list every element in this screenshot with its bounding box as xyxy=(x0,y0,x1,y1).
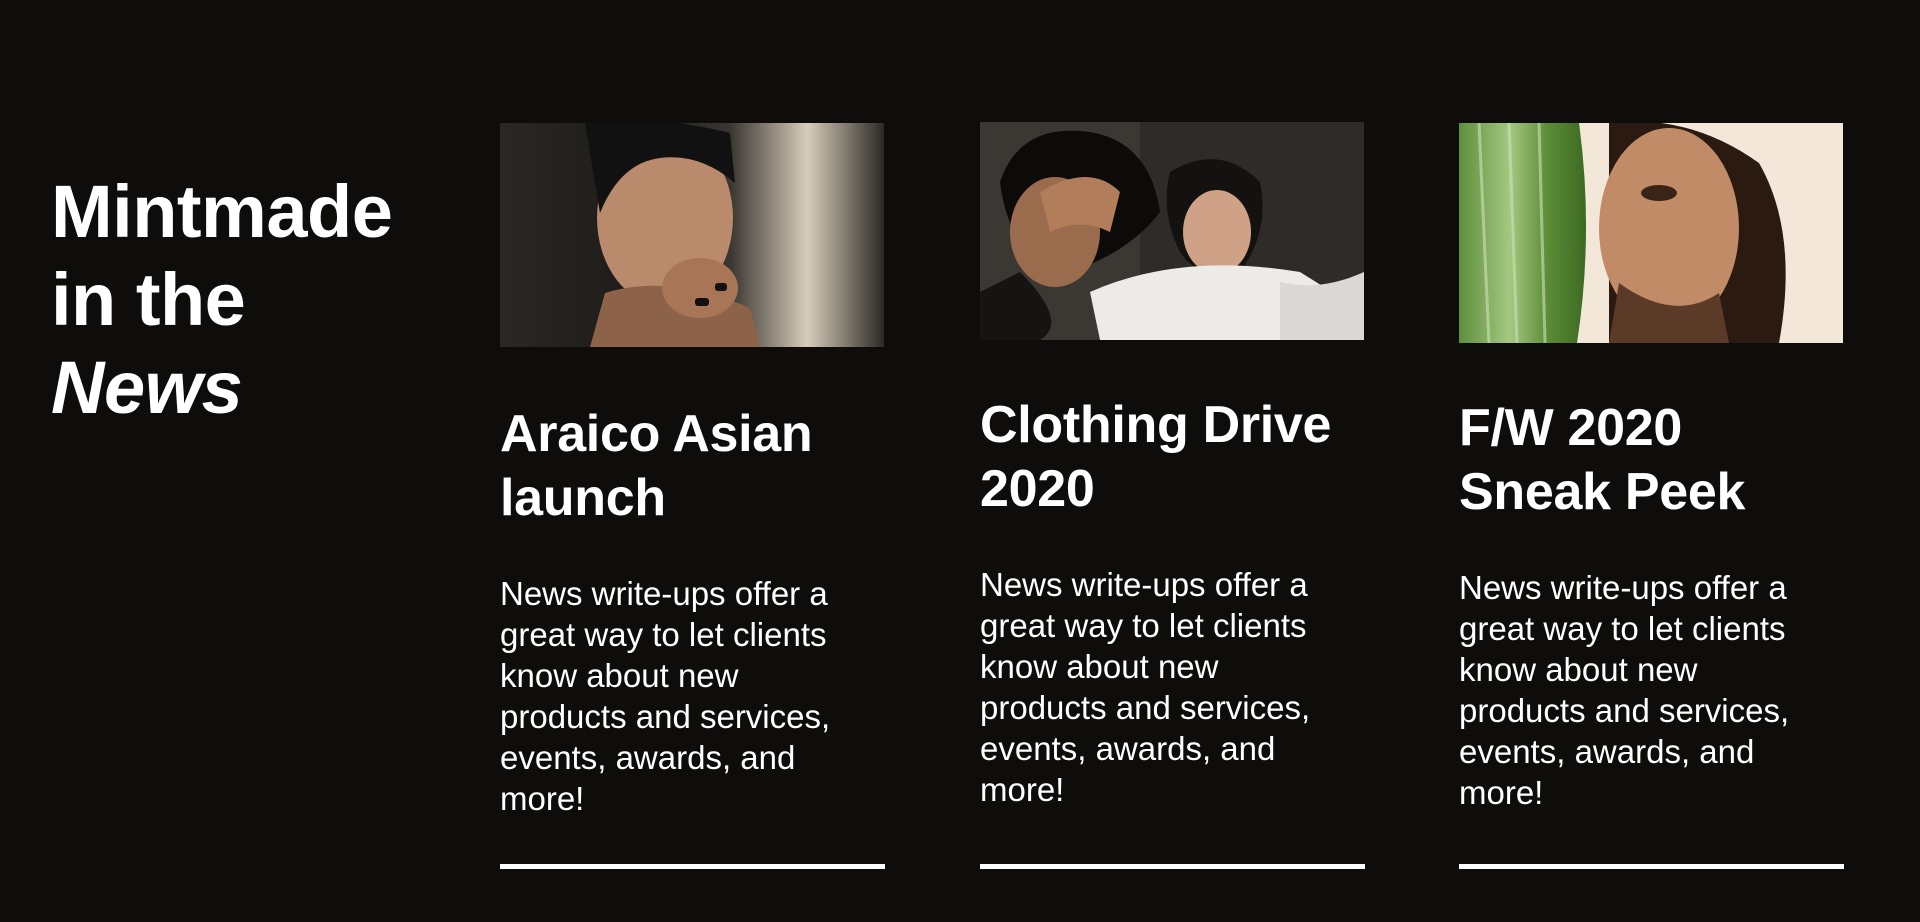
news-card-divider-2 xyxy=(980,864,1365,869)
section-title-line-2: in the xyxy=(51,258,246,341)
news-card-image-1[interactable] xyxy=(500,123,884,347)
news-card-divider-1 xyxy=(500,864,885,869)
news-card-text-1: News write-ups offer a great way to let … xyxy=(500,575,831,817)
news-card-image-2[interactable] xyxy=(980,122,1364,340)
news-card-image-3[interactable] xyxy=(1459,123,1843,343)
news-card-2[interactable]: Clothing Drive 2020 News write-ups offer… xyxy=(980,0,1365,922)
news-card-text-3: News write-ups offer a great way to let … xyxy=(1459,569,1790,811)
news-card-title-2[interactable]: Clothing Drive 2020 xyxy=(980,393,1364,521)
news-card-1[interactable]: Araico Asian launch News write-ups offer… xyxy=(500,0,885,922)
section-title-line-3: News xyxy=(51,346,243,429)
news-section: Mintmade in the News Araico Asian launch… xyxy=(0,0,1920,922)
news-card-text-2: News write-ups offer a great way to let … xyxy=(980,566,1311,808)
news-card-divider-3 xyxy=(1459,864,1844,869)
couple-portrait-image xyxy=(980,122,1364,340)
section-title-line-1: Mintmade xyxy=(51,170,393,253)
woman-portrait-image xyxy=(500,123,884,347)
man-leaf-portrait-image xyxy=(1459,123,1843,343)
news-card-3[interactable]: F/W 2020 Sneak Peek News write-ups offer… xyxy=(1459,0,1844,922)
news-card-title-3[interactable]: F/W 2020 Sneak Peek xyxy=(1459,396,1843,524)
section-title: Mintmade in the News xyxy=(51,168,393,432)
news-card-title-1[interactable]: Araico Asian launch xyxy=(500,402,884,530)
